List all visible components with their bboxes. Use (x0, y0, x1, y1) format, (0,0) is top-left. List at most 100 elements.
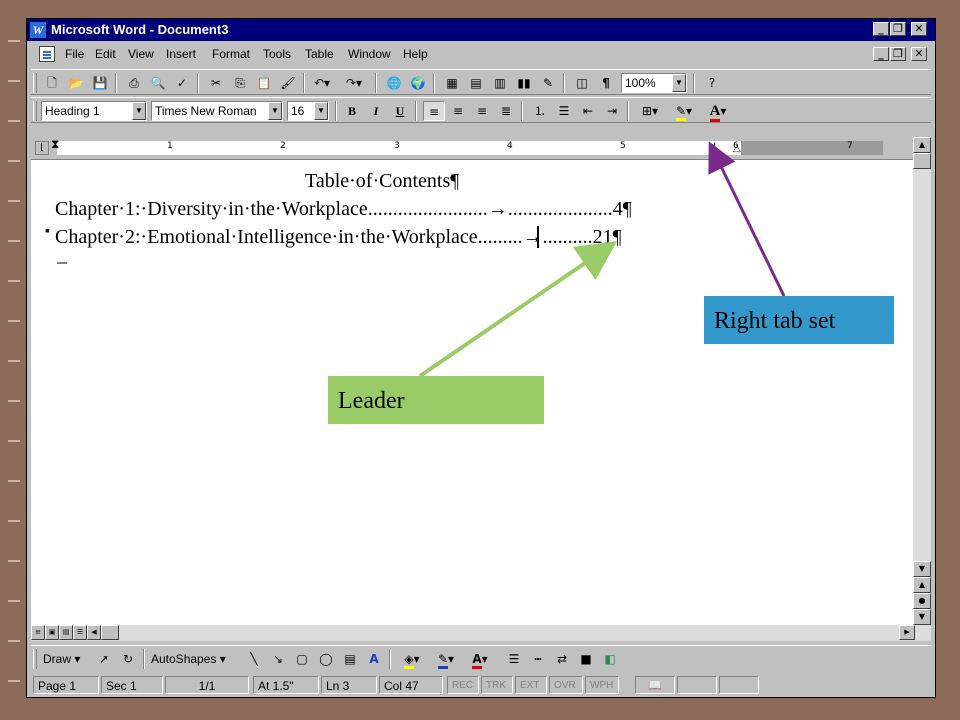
chevron-down-icon[interactable]: ▼ (672, 74, 686, 92)
align-left-icon[interactable]: ≡ (423, 101, 445, 121)
menu-help[interactable]: Help (403, 47, 428, 61)
insert-table-icon[interactable]: ▤ (465, 73, 487, 93)
restore-button[interactable]: ❐ (890, 22, 906, 36)
toc-heading[interactable]: Table·of·Contents¶ (305, 170, 459, 193)
spelling-status-icon[interactable]: 📖 (635, 676, 675, 694)
status-trk[interactable]: TRK (481, 676, 513, 694)
status-wph[interactable]: WPH (585, 676, 619, 694)
document-map-icon[interactable]: ◫ (571, 73, 593, 93)
dash-style-icon[interactable]: ┅ (527, 649, 549, 669)
menu-window[interactable]: Window (348, 47, 391, 61)
font-select[interactable]: Times New Roman ▼ (151, 101, 283, 121)
right-indent-marker-icon[interactable]: △ (733, 143, 741, 154)
bold-button[interactable]: B (341, 101, 363, 121)
horizontal-scroll-thumb[interactable] (101, 625, 119, 640)
web-toolbar-icon[interactable]: 🌍 (407, 73, 429, 93)
chevron-down-icon[interactable]: ▼ (268, 102, 282, 120)
draw-font-color-icon[interactable]: A▾ (465, 649, 495, 669)
copy-icon[interactable]: ⎘ (229, 73, 251, 93)
arrow-style-icon[interactable]: ⇄ (551, 649, 573, 669)
format-painter-icon[interactable]: 🖌 (277, 73, 299, 93)
print-layout-view-icon[interactable]: ▤ (59, 625, 73, 640)
undo-icon[interactable]: ↶▾ (311, 73, 333, 93)
free-rotate-icon[interactable]: ↻ (117, 649, 139, 669)
hyperlink-icon[interactable]: 🌐 (383, 73, 405, 93)
status-ext[interactable]: EXT (515, 676, 547, 694)
menu-tools[interactable]: Tools (263, 47, 291, 61)
word-app-icon[interactable]: W (30, 22, 46, 38)
previous-page-icon[interactable]: ▲ (913, 577, 931, 593)
save-icon[interactable]: 💾 (89, 73, 111, 93)
print-preview-icon[interactable]: 🔍 (147, 73, 169, 93)
align-center-icon[interactable]: ≡ (447, 101, 469, 121)
border-icon[interactable]: ⊞▾ (635, 101, 665, 121)
menu-format[interactable]: Format (212, 47, 250, 61)
doc-close-button[interactable]: ✕ (911, 47, 927, 61)
scroll-right-icon[interactable]: ▶ (899, 625, 915, 640)
scroll-down-icon[interactable]: ▼ (913, 561, 931, 577)
shadow-icon[interactable]: ■ (575, 649, 597, 669)
justify-icon[interactable]: ≣ (495, 101, 517, 121)
insert-excel-icon[interactable]: ▥ (489, 73, 511, 93)
draw-menu[interactable]: Draw ▾ (43, 652, 80, 666)
3d-icon[interactable]: ◧ (599, 649, 621, 669)
horizontal-scrollbar[interactable]: ≡ ▣ ▤ ☰ ◀ ▶ (31, 625, 931, 641)
font-color-icon[interactable]: A▾ (703, 101, 733, 122)
status-ovr[interactable]: OVR (549, 676, 583, 694)
web-layout-view-icon[interactable]: ▣ (45, 625, 59, 640)
menu-edit[interactable]: Edit (95, 47, 116, 61)
rectangle-icon[interactable]: ▢ (291, 649, 313, 669)
wordart-icon[interactable]: A (363, 649, 385, 669)
arrow-icon[interactable]: ↘ (267, 649, 289, 669)
redo-icon[interactable]: ↷▾ (343, 73, 365, 93)
tables-borders-icon[interactable]: ▦ (441, 73, 463, 93)
toolbar-grip[interactable] (33, 73, 37, 93)
font-size-select[interactable]: 16 ▼ (287, 101, 329, 121)
autoshapes-menu[interactable]: AutoShapes ▾ (151, 652, 226, 666)
style-select[interactable]: Heading 1 ▼ (41, 101, 147, 121)
next-page-icon[interactable]: ▼ (913, 609, 931, 625)
text-box-icon[interactable]: ▤ (339, 649, 361, 669)
open-folder-icon[interactable]: 📂 (65, 73, 87, 93)
minimize-button[interactable]: _ (873, 22, 889, 36)
document-icon[interactable] (39, 46, 55, 62)
scroll-left-icon[interactable]: ◀ (87, 625, 101, 640)
right-tab-stop-icon[interactable]: ┘ (711, 143, 718, 156)
increase-indent-icon[interactable]: ⇥ (601, 101, 623, 121)
show-hide-icon[interactable]: ¶ (595, 73, 617, 93)
normal-view-icon[interactable]: ≡ (31, 625, 45, 640)
zoom-select[interactable]: 100% ▼ (621, 73, 687, 93)
tab-selector-icon[interactable]: ⌊ (35, 141, 49, 155)
menu-insert[interactable]: Insert (166, 47, 196, 61)
new-document-icon[interactable]: 🗋 (41, 73, 63, 93)
menu-view[interactable]: View (128, 47, 154, 61)
doc-restore-button[interactable]: ❐ (890, 47, 906, 61)
italic-button[interactable]: I (365, 101, 387, 121)
indent-marker-icon[interactable]: ⧗ (51, 137, 59, 152)
decrease-indent-icon[interactable]: ⇤ (577, 101, 599, 121)
print-icon[interactable]: ⎙ (123, 73, 145, 93)
horizontal-ruler[interactable]: ⌊ 1 2 3 4 5 6 7 ⧗ ┘ △ (31, 137, 931, 159)
spelling-icon[interactable]: ✓ (171, 73, 193, 93)
toolbar-grip[interactable] (33, 101, 37, 121)
fill-color-icon[interactable]: ◈▾ (397, 649, 427, 669)
numbering-icon[interactable]: ⒈ (529, 101, 551, 121)
columns-icon[interactable]: ▮▮ (513, 73, 535, 93)
highlight-icon[interactable]: ✎▾ (669, 101, 699, 121)
doc-minimize-button[interactable]: _ (873, 47, 889, 61)
align-right-icon[interactable]: ≡ (471, 101, 493, 121)
outline-view-icon[interactable]: ☰ (73, 625, 87, 640)
line-icon[interactable]: ╲ (243, 649, 265, 669)
office-assistant-icon[interactable]: ? (701, 73, 723, 93)
chevron-down-icon[interactable]: ▼ (314, 102, 328, 120)
line-color-icon[interactable]: ✎▾ (431, 649, 461, 669)
close-button[interactable]: ✕ (911, 22, 927, 36)
cut-icon[interactable]: ✂ (205, 73, 227, 93)
select-objects-icon[interactable]: ➚ (93, 649, 115, 669)
underline-button[interactable]: U (389, 101, 411, 121)
line-style-icon[interactable]: ☰ (503, 649, 525, 669)
toc-line[interactable]: Chapter·1:·Diversity·in·the·Workplace...… (55, 198, 632, 221)
scroll-thumb[interactable] (913, 153, 931, 169)
menu-file[interactable]: File (65, 47, 84, 61)
chevron-down-icon[interactable]: ▼ (132, 102, 146, 120)
